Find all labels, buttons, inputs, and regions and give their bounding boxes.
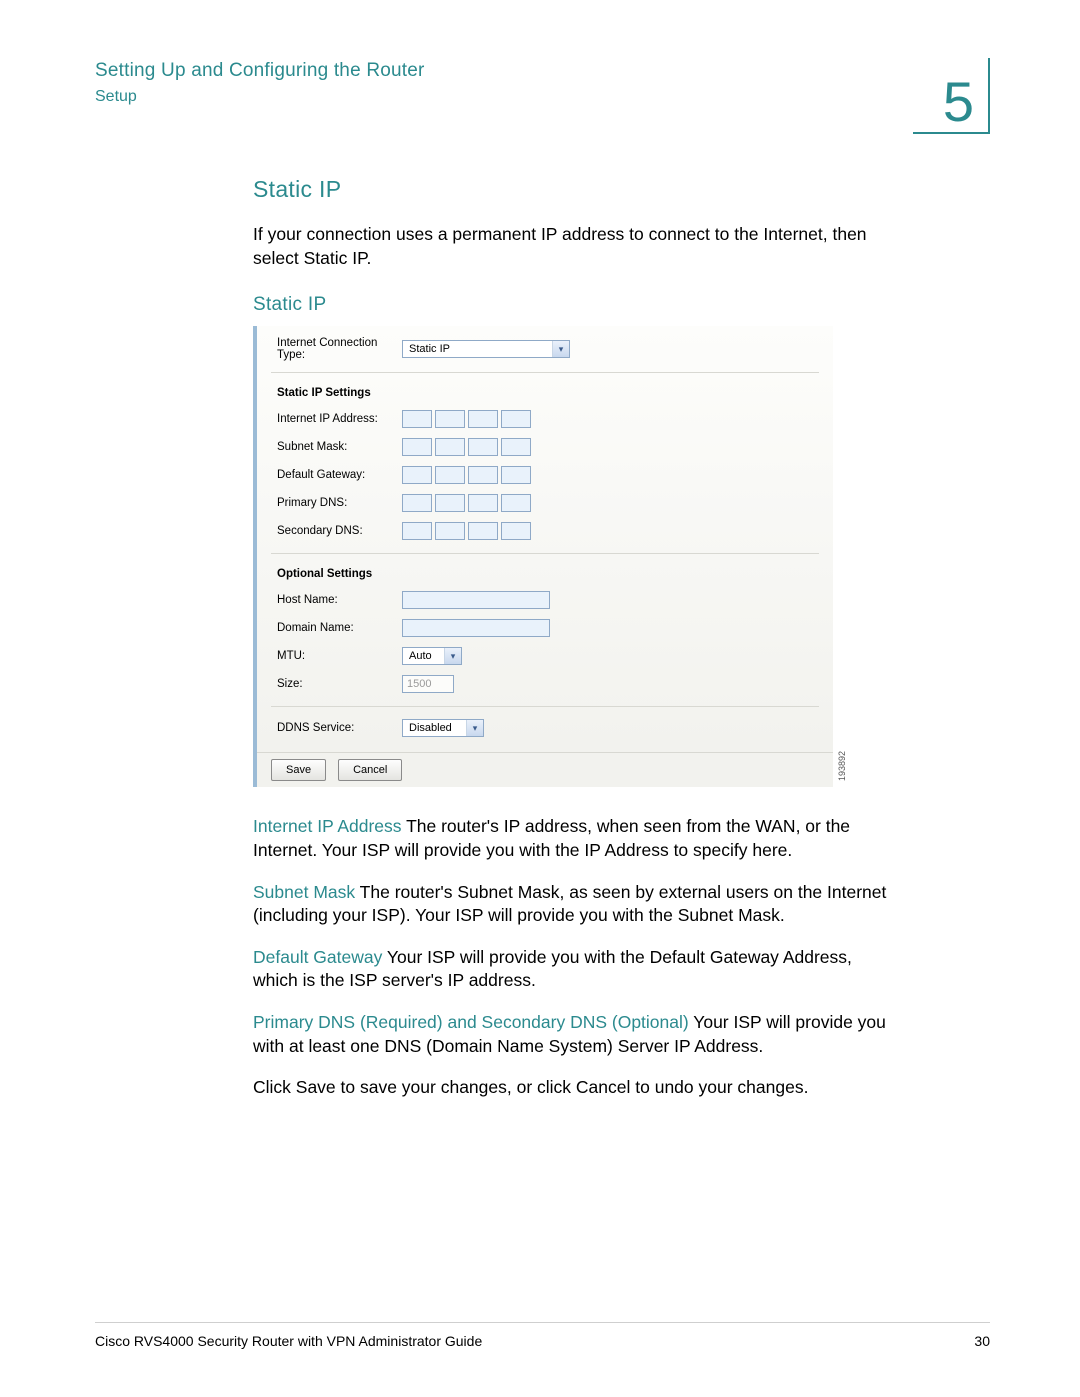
domain-name-input[interactable] bbox=[402, 619, 550, 637]
page-footer: Cisco RVS4000 Security Router with VPN A… bbox=[95, 1322, 990, 1349]
chevron-down-icon: ▾ bbox=[552, 341, 569, 357]
def-internet-ip: Internet IP Address The router's IP addr… bbox=[253, 815, 893, 862]
label-ddns: DDNS Service: bbox=[277, 722, 402, 734]
label-primary-dns: Primary DNS: bbox=[277, 497, 402, 509]
conn-type-select[interactable]: Static IP ▾ bbox=[402, 340, 570, 358]
primary-dns-input[interactable] bbox=[402, 494, 531, 512]
internet-ip-input[interactable] bbox=[402, 410, 531, 428]
mtu-select[interactable]: Auto ▾ bbox=[402, 647, 462, 665]
section-static-ip-settings: Static IP Settings bbox=[257, 373, 833, 405]
subnet-mask-input[interactable] bbox=[402, 438, 531, 456]
settings-screenshot: Internet Connection Type: Static IP ▾ St… bbox=[253, 326, 833, 787]
figure-reference: 193892 bbox=[837, 751, 847, 781]
def-dns: Primary DNS (Required) and Secondary DNS… bbox=[253, 1011, 893, 1058]
secondary-dns-input[interactable] bbox=[402, 522, 531, 540]
footer-guide-name: Cisco RVS4000 Security Router with VPN A… bbox=[95, 1333, 482, 1349]
conn-type-value: Static IP bbox=[403, 343, 456, 355]
ddns-value: Disabled bbox=[403, 722, 458, 734]
conn-type-label: Internet Connection Type: bbox=[277, 337, 402, 361]
term-internet-ip: Internet IP Address bbox=[253, 816, 402, 836]
ddns-select[interactable]: Disabled ▾ bbox=[402, 719, 484, 737]
def-subnet-mask: Subnet Mask The router's Subnet Mask, as… bbox=[253, 881, 893, 928]
label-internet-ip: Internet IP Address: bbox=[277, 413, 402, 425]
def-default-gateway: Default Gateway Your ISP will provide yo… bbox=[253, 946, 893, 993]
page-header: Setting Up and Configuring the Router Se… bbox=[95, 58, 990, 134]
section-label: Setup bbox=[95, 88, 425, 106]
term-subnet-mask: Subnet Mask bbox=[253, 882, 355, 902]
label-domain-name: Domain Name: bbox=[277, 622, 402, 634]
cancel-button[interactable]: Cancel bbox=[338, 759, 402, 781]
chapter-number-box: 5 bbox=[913, 58, 990, 134]
section-optional-settings: Optional Settings bbox=[257, 554, 833, 586]
default-gateway-input[interactable] bbox=[402, 466, 531, 484]
footer-page-number: 30 bbox=[974, 1333, 990, 1349]
host-name-input[interactable] bbox=[402, 591, 550, 609]
label-secondary-dns: Secondary DNS: bbox=[277, 525, 402, 537]
subheading-static-ip: Static IP bbox=[253, 294, 893, 316]
chevron-down-icon: ▾ bbox=[466, 720, 483, 736]
label-mtu: MTU: bbox=[277, 650, 402, 662]
chapter-number: 5 bbox=[943, 74, 974, 130]
label-size: Size: bbox=[277, 678, 402, 690]
content-area: Static IP If your connection uses a perm… bbox=[253, 176, 893, 1100]
label-subnet-mask: Subnet Mask: bbox=[277, 441, 402, 453]
label-host-name: Host Name: bbox=[277, 594, 402, 606]
term-dns: Primary DNS (Required) and Secondary DNS… bbox=[253, 1012, 689, 1032]
save-button[interactable]: Save bbox=[271, 759, 326, 781]
closing-paragraph: Click Save to save your changes, or clic… bbox=[253, 1076, 893, 1100]
heading-static-ip: Static IP bbox=[253, 176, 893, 203]
chapter-title: Setting Up and Configuring the Router bbox=[95, 60, 425, 82]
size-input: 1500 bbox=[402, 675, 454, 693]
label-default-gateway: Default Gateway: bbox=[277, 469, 402, 481]
intro-paragraph: If your connection uses a permanent IP a… bbox=[253, 223, 893, 270]
term-default-gateway: Default Gateway bbox=[253, 947, 382, 967]
mtu-value: Auto bbox=[403, 650, 438, 662]
chevron-down-icon: ▾ bbox=[444, 648, 461, 664]
